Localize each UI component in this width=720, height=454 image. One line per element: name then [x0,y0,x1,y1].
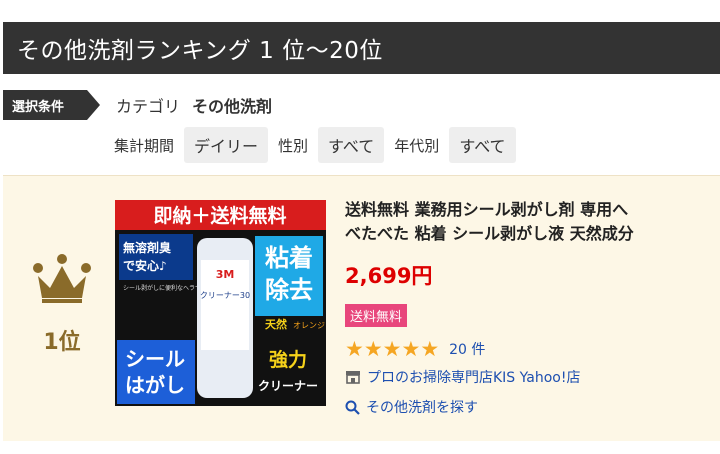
review-count-link[interactable]: 20 件 [449,339,485,359]
selection-tag: 選択条件 [3,90,100,120]
image-sub: 天然 [265,317,287,331]
can-name: クリーナー30 [200,291,250,300]
image-big1a: 粘着 [265,244,313,272]
star-icon: ★ [345,337,364,361]
star-icon: ★ [382,337,402,361]
gender-chip[interactable]: すべて [318,127,385,163]
can-brand: 3M [216,268,235,281]
gender-label: 性別 [278,136,309,155]
image-sub2: オレンジ [293,321,325,330]
period-label: 集計期間 [114,136,175,155]
period-chip[interactable]: デイリー [184,127,269,163]
star-icon: ★ [401,337,421,361]
star-icon: ★ [363,337,383,361]
ranking-item: 1位 即納＋送料無料 無溶剤臭 で安心♪ シール剥がしに便利なヘラつき 3M ク… [3,175,720,441]
category-value: その他洗剤 [192,97,273,116]
product-image[interactable]: 即納＋送料無料 無溶剤臭 で安心♪ シール剥がしに便利なヘラつき 3M クリーナ… [115,200,326,406]
star-icon: ★ [420,337,440,361]
image-bl1: シール [125,347,185,371]
product-title[interactable]: 送料無料 業務用シール剥がし剤 専用へ べたべた 粘着 シール剥がし液 天然成分 [345,198,720,246]
crown-icon [33,254,91,303]
age-label: 年代別 [394,136,440,155]
search-link-text[interactable]: その他洗剤を探す [366,397,478,417]
image-line2: で安心♪ [123,258,167,273]
product-price: 2,699円 [345,264,433,288]
rank-label: 1位 [43,330,81,355]
image-br1: 強力 [269,348,307,371]
search-icon [345,400,360,415]
product-title-line2[interactable]: べたべた 粘着 シール剥がし液 天然成分 [345,222,720,246]
page-title: その他洗剤ランキング 1 位〜20位 [3,22,720,74]
image-banner-text: 即納＋送料無料 [153,204,286,227]
shop-name[interactable]: プロのお掃除専門店KIS Yahoo!店 [367,367,580,387]
image-line1: 無溶剤臭 [123,240,171,255]
category-search-link[interactable]: その他洗剤を探す [345,397,478,417]
age-chip[interactable]: すべて [449,127,516,163]
rating: ★ ★ ★ ★ ★ 20 件 [345,337,485,361]
image-small-text: シール剥がしに便利なヘラつき [123,284,207,292]
category-label: カテゴリ [116,97,181,116]
free-shipping-badge: 送料無料 [345,304,408,327]
shop-link[interactable]: プロのお掃除専門店KIS Yahoo!店 [345,367,580,387]
image-big1b: 除去 [265,276,313,304]
store-icon [346,371,360,384]
image-br2: クリーナー [258,379,318,393]
product-title-line1[interactable]: 送料無料 業務用シール剥がし剤 専用へ [345,198,720,222]
image-bl2: はがし [125,373,185,397]
